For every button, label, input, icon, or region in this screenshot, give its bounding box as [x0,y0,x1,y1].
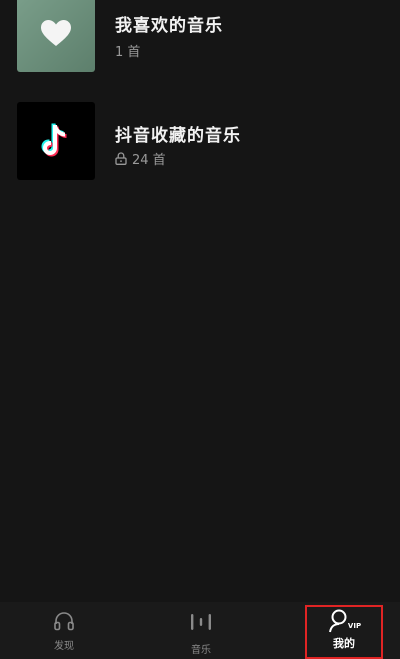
playlist-count: 24 首 [115,149,166,168]
playlist-item-liked[interactable]: 我喜欢的音乐 1 首 [0,0,400,74]
tab-discover-label: 发现 [54,641,74,652]
playlist-count-text: 1 首 [115,45,141,60]
tab-music[interactable]: 音乐 [175,602,227,659]
tab-music-label: 音乐 [191,645,211,656]
tab-discover[interactable]: 发现 [38,602,90,659]
headphones-icon [53,609,75,633]
heart-icon [41,20,71,46]
tiktok-logo [41,123,67,157]
sound-bars-icon [188,610,214,634]
playlist-title: 我喜欢的音乐 [115,16,223,36]
playlist-count: 1 首 [115,41,140,60]
playlist-item-douyin[interactable]: 抖音收藏的音乐 24 首 [0,102,400,182]
liked-cover [17,0,95,72]
douyin-cover [17,102,95,180]
playlist-count-text: 24 首 [132,153,166,168]
highlight-box [305,605,383,659]
lock-icon [115,152,127,165]
playlist-title: 抖音收藏的音乐 [115,126,241,146]
